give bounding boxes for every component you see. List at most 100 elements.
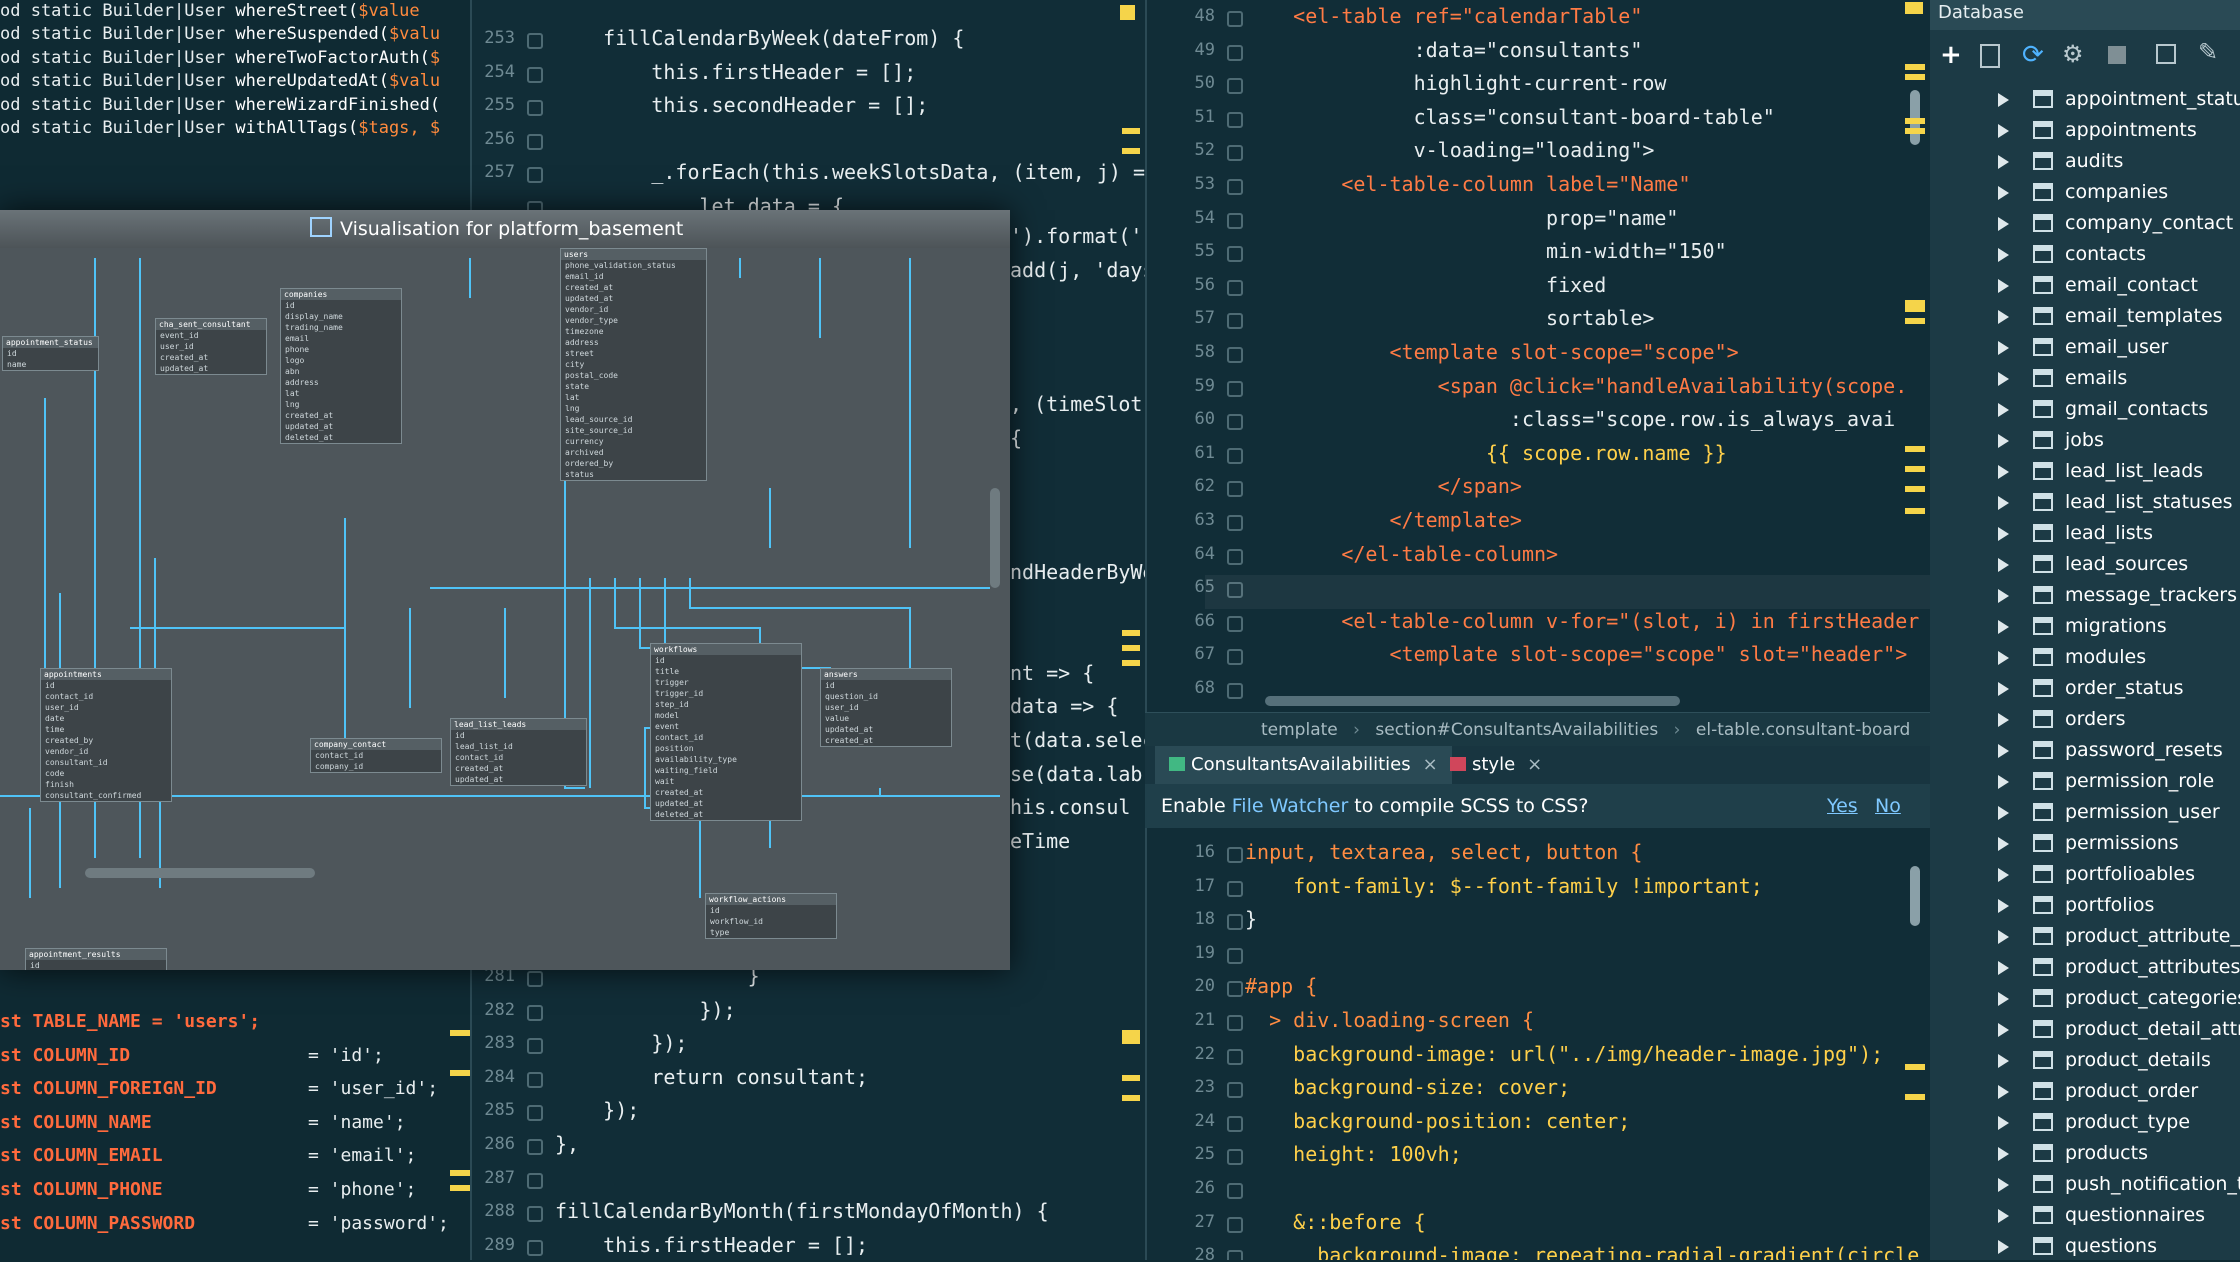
db-table-item[interactable]: product_order: [1930, 1076, 2240, 1107]
vertical-scrollbar[interactable]: [1910, 866, 1920, 926]
fold-marker[interactable]: [527, 1038, 543, 1055]
expand-arrow-icon[interactable]: [1998, 775, 2009, 789]
edit-icon[interactable]: ✎: [2198, 38, 2218, 66]
diagram-table[interactable]: users phone_validation_status email_id crea…: [560, 248, 707, 481]
fold-marker[interactable]: [1227, 649, 1243, 666]
db-table-item[interactable]: lead_sources: [1930, 549, 2240, 580]
fold-marker[interactable]: [1227, 847, 1243, 863]
fold-marker[interactable]: [527, 1004, 543, 1021]
fold-marker[interactable]: [1227, 11, 1243, 27]
expand-arrow-icon[interactable]: [1998, 868, 2009, 882]
expand-arrow-icon[interactable]: [1998, 434, 2009, 448]
file-watcher-link[interactable]: File Watcher: [1232, 795, 1349, 817]
fold-marker[interactable]: [1227, 947, 1243, 964]
fold-marker[interactable]: [1227, 447, 1243, 464]
expand-arrow-icon[interactable]: [1998, 155, 2009, 169]
fold-marker[interactable]: [1227, 178, 1243, 195]
fold-marker[interactable]: [527, 1071, 543, 1088]
expand-arrow-icon[interactable]: [1998, 310, 2009, 324]
expand-arrow-icon[interactable]: [1998, 186, 2009, 200]
db-table-item[interactable]: modules: [1930, 642, 2240, 673]
fold-marker[interactable]: [1227, 1216, 1243, 1233]
db-table-item[interactable]: product_attributes: [1930, 952, 2240, 983]
expand-arrow-icon[interactable]: [1998, 465, 2009, 479]
fold-marker[interactable]: [1227, 1182, 1243, 1199]
fold-marker[interactable]: [1227, 880, 1243, 897]
fold-marker[interactable]: [1227, 1149, 1243, 1166]
fold-marker[interactable]: [1227, 414, 1243, 431]
diagram-table[interactable]: appointments id contact_id user_id date time c…: [40, 668, 172, 802]
yes-link[interactable]: Yes: [1827, 784, 1858, 828]
breadcrumb-item-template[interactable]: template: [1145, 720, 1338, 740]
fold-marker[interactable]: [1227, 981, 1243, 998]
diagram-table[interactable]: appointment_status id name: [2, 336, 99, 371]
diagram-table[interactable]: companies id display_name trading_name email…: [280, 288, 402, 444]
expand-arrow-icon[interactable]: [1998, 713, 2009, 727]
expand-arrow-icon[interactable]: [1998, 496, 2009, 510]
expand-arrow-icon[interactable]: [1998, 403, 2009, 417]
tab-consultants-availabilities[interactable]: ConsultantsAvailabilities ×: [1155, 746, 1452, 784]
fold-marker[interactable]: [1227, 914, 1243, 931]
expand-arrow-icon[interactable]: [1998, 930, 2009, 944]
fold-marker[interactable]: [1227, 481, 1243, 498]
expand-arrow-icon[interactable]: [1998, 806, 2009, 820]
fold-marker[interactable]: [1227, 380, 1243, 397]
db-table-item[interactable]: contacts: [1930, 239, 2240, 270]
expand-arrow-icon[interactable]: [1998, 992, 2009, 1006]
fold-marker[interactable]: [527, 1138, 543, 1155]
fold-marker[interactable]: [527, 1172, 543, 1189]
db-table-item[interactable]: products: [1930, 1138, 2240, 1169]
diagram-table[interactable]: answers id question_id user_id value updated_…: [820, 668, 952, 747]
expand-arrow-icon[interactable]: [1998, 961, 2009, 975]
diagram-table[interactable]: cha_sent_consultant event_id user_id create…: [155, 318, 267, 375]
expand-arrow-icon[interactable]: [1998, 93, 2009, 107]
db-table-item[interactable]: product_categories: [1930, 983, 2240, 1014]
db-table-item[interactable]: order_status: [1930, 673, 2240, 704]
fold-marker[interactable]: [527, 33, 543, 49]
horizontal-scrollbar[interactable]: [1265, 696, 1680, 706]
db-table-item[interactable]: orders: [1930, 704, 2240, 735]
fold-marker[interactable]: [1227, 279, 1243, 296]
db-table-item[interactable]: portfolios: [1930, 890, 2240, 921]
copy-icon[interactable]: [1980, 44, 2000, 68]
db-table-item[interactable]: email_contact: [1930, 270, 2240, 301]
fold-marker[interactable]: [1227, 145, 1243, 162]
diagram-table[interactable]: workflow_actions id workflow_id type: [705, 893, 837, 939]
expand-arrow-icon[interactable]: [1998, 1116, 2009, 1130]
fold-marker[interactable]: [1227, 1014, 1243, 1031]
db-table-item[interactable]: product_type: [1930, 1107, 2240, 1138]
db-table-item[interactable]: lead_list_statuses: [1930, 487, 2240, 518]
db-table-item[interactable]: migrations: [1930, 611, 2240, 642]
fold-marker[interactable]: [527, 133, 543, 150]
db-table-item[interactable]: lead_lists: [1930, 518, 2240, 549]
fold-marker[interactable]: [527, 1206, 543, 1223]
expand-arrow-icon[interactable]: [1998, 1209, 2009, 1223]
expand-arrow-icon[interactable]: [1998, 1085, 2009, 1099]
close-icon[interactable]: ×: [1527, 754, 1542, 775]
db-table-item[interactable]: permission_user: [1930, 797, 2240, 828]
settings-icon[interactable]: ⚙: [2062, 40, 2084, 68]
expand-arrow-icon[interactable]: [1998, 589, 2009, 603]
db-table-item[interactable]: questionnaires: [1930, 1200, 2240, 1231]
db-table-item[interactable]: companies: [1930, 177, 2240, 208]
expand-arrow-icon[interactable]: [1998, 744, 2009, 758]
db-table-item[interactable]: product_detail_attr: [1930, 1014, 2240, 1045]
db-table-item[interactable]: password_resets: [1930, 735, 2240, 766]
db-table-item[interactable]: push_notification_t: [1930, 1169, 2240, 1200]
diagram-table[interactable]: company_contact contact_id company_id: [310, 738, 442, 773]
fold-marker[interactable]: [1227, 44, 1243, 61]
tab-style[interactable]: style ×: [1440, 746, 1552, 784]
db-table-item[interactable]: permission_role: [1930, 766, 2240, 797]
fold-marker[interactable]: [1227, 313, 1243, 330]
fold-marker[interactable]: [527, 971, 543, 987]
table-icon[interactable]: [2156, 44, 2176, 64]
expand-arrow-icon[interactable]: [1998, 248, 2009, 262]
breadcrumb-item-table[interactable]: el-table.consultant-board: [1696, 720, 1910, 740]
fold-marker[interactable]: [1227, 1115, 1243, 1132]
refresh-icon[interactable]: ⟳: [2022, 40, 2044, 70]
fold-marker[interactable]: [1227, 615, 1243, 632]
fold-marker[interactable]: [527, 1105, 543, 1122]
expand-arrow-icon[interactable]: [1998, 124, 2009, 138]
diagram-window[interactable]: Visualisation for platform_basement appo…: [0, 210, 1010, 970]
breadcrumb-item-section[interactable]: section#ConsultantsAvailabilities: [1375, 720, 1658, 740]
